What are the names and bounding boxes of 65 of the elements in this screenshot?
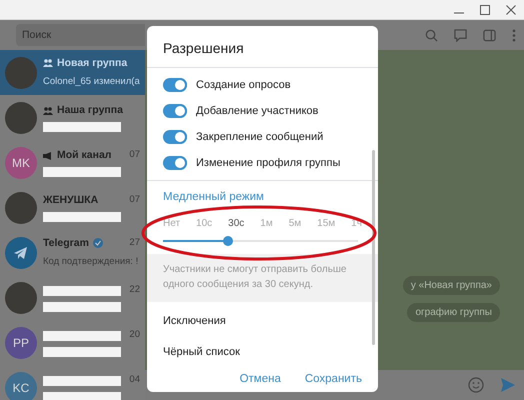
chat-item[interactable]: 22 bbox=[0, 275, 145, 320]
chat-time: 04 bbox=[129, 373, 140, 388]
avatar-photo bbox=[5, 102, 37, 134]
chat-name: Наша группа bbox=[57, 102, 123, 118]
megaphone-icon bbox=[43, 152, 53, 160]
avatar: KC bbox=[5, 372, 37, 400]
toggle-label: Закрепление сообщений bbox=[196, 130, 324, 145]
slider-option[interactable]: 1м bbox=[260, 216, 273, 232]
chat-name: Telegram bbox=[43, 236, 89, 250]
avatar-photo bbox=[5, 56, 37, 88]
dialog-title: Разрешения bbox=[162, 39, 245, 58]
chat-item[interactable]: Новая группа Colonel_65 изменил(а bbox=[0, 50, 145, 95]
avatar-photo bbox=[5, 192, 37, 224]
message-preview: Код подтверждения: ! bbox=[43, 255, 140, 270]
maximize-icon[interactable] bbox=[480, 4, 490, 14]
chat-name: Новая группа bbox=[57, 56, 128, 70]
slider-thumb[interactable] bbox=[222, 236, 233, 246]
chat-time: 07 bbox=[129, 193, 140, 208]
slider-option[interactable]: 30с bbox=[228, 216, 244, 232]
search-icon[interactable] bbox=[425, 28, 438, 42]
toggle-switch[interactable] bbox=[163, 104, 187, 118]
avatar: PP bbox=[5, 326, 37, 358]
chat-item[interactable]: ЖЕНУШКА 07 bbox=[0, 185, 145, 230]
menu-item[interactable]: Исключения bbox=[147, 306, 378, 337]
chat-time: 07 bbox=[129, 148, 140, 162]
service-message: у «Новая группа» bbox=[402, 276, 500, 295]
description-text: Участники не смогут отправить больше одного сообщения за 30 секунд. bbox=[147, 254, 378, 302]
scrollbar[interactable] bbox=[372, 150, 375, 345]
save-button[interactable]: Сохранить bbox=[296, 367, 370, 392]
toggle-label: Изменение профиля группы bbox=[196, 156, 340, 171]
chat-item[interactable]: Наша группа bbox=[0, 95, 145, 140]
chat-name: ЖЕНУШКА bbox=[43, 192, 98, 208]
avatar-photo bbox=[5, 282, 37, 314]
slider-option[interactable]: Нет bbox=[163, 216, 180, 232]
message-preview: Colonel_65 изменил(а bbox=[43, 75, 140, 90]
paper-plane-icon bbox=[13, 244, 29, 260]
section-title: Медленный режим bbox=[162, 190, 265, 205]
service-message: ографию группы bbox=[407, 303, 500, 322]
close-icon[interactable] bbox=[506, 4, 516, 14]
group-icon bbox=[43, 59, 53, 68]
toggle-switch[interactable] bbox=[163, 78, 187, 92]
menu-item[interactable]: Чёрный список bbox=[147, 336, 378, 368]
cancel-button[interactable]: Отмена bbox=[232, 367, 289, 392]
slider-option[interactable]: 15м bbox=[317, 216, 336, 232]
chat-item[interactable]: MK Мой канал 07 bbox=[0, 140, 145, 185]
chat-name: Мой канал bbox=[57, 148, 112, 163]
group-icon bbox=[43, 106, 53, 114]
toggle-label: Создание опросов bbox=[196, 78, 291, 93]
toggle-label: Добавление участников bbox=[196, 104, 318, 119]
chat-item[interactable]: KC 04 bbox=[0, 365, 145, 400]
toggle-switch[interactable] bbox=[163, 156, 187, 170]
chat-bubble-icon[interactable] bbox=[454, 28, 467, 42]
emoji-icon[interactable] bbox=[468, 377, 484, 393]
chat-item[interactable]: PP 20 bbox=[0, 320, 145, 365]
chat-item[interactable]: Telegram 27 Код подтверждения: ! bbox=[0, 230, 145, 275]
more-icon[interactable] bbox=[512, 28, 516, 42]
sidebar-icon[interactable] bbox=[483, 28, 496, 42]
avatar: MK bbox=[5, 146, 37, 178]
toggle-switch[interactable] bbox=[163, 130, 187, 144]
chat-time: 20 bbox=[129, 328, 140, 342]
slider-option[interactable]: 5м bbox=[288, 216, 302, 232]
chat-time: 27 bbox=[129, 236, 140, 250]
slider-option[interactable]: 10с bbox=[196, 216, 212, 232]
search-field[interactable]: Поиск bbox=[16, 24, 145, 46]
chat-time: 22 bbox=[129, 283, 140, 298]
